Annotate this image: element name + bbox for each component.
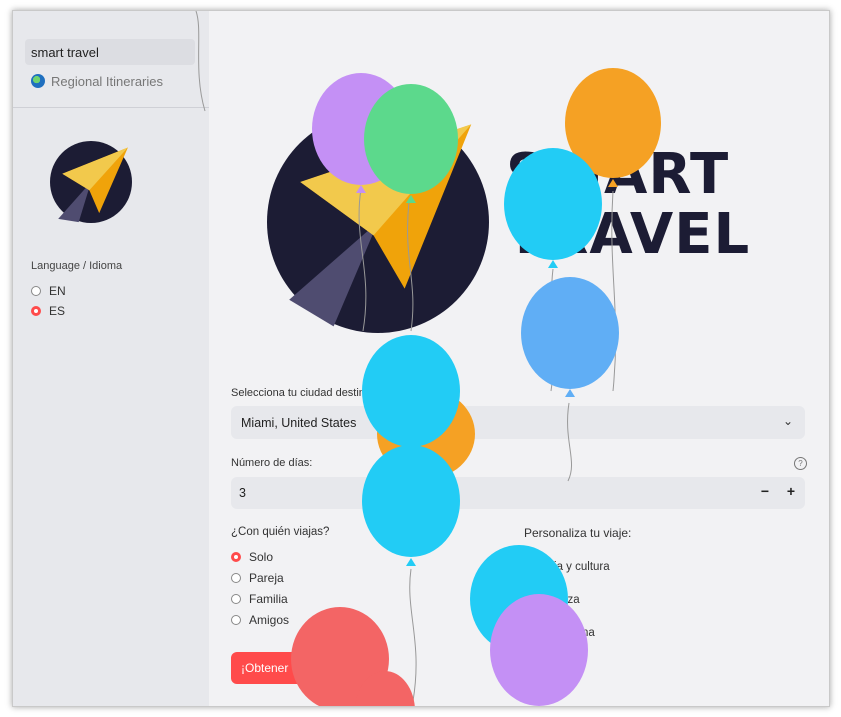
radio-icon: [231, 615, 241, 625]
city-select[interactable]: Miami, United States ⌄: [231, 406, 805, 439]
days-input[interactable]: 3 − +: [231, 477, 805, 509]
customize-option-history[interactable]: Historia y cultura: [524, 561, 610, 573]
radio-label: ES: [49, 304, 66, 318]
sidebar: smart travel Regional Itineraries Langua…: [13, 11, 209, 706]
chevron-down-icon: ⌄: [782, 414, 793, 428]
decrement-button[interactable]: −: [761, 483, 769, 499]
customize-label: Personaliza tu viaje:: [524, 526, 632, 540]
radio-icon: [231, 594, 241, 604]
language-option-en[interactable]: EN: [31, 284, 66, 298]
radio-label: EN: [49, 284, 66, 298]
companion-option-familia[interactable]: Familia: [231, 592, 288, 606]
radio-label: Familia: [249, 592, 288, 606]
main-content: SMART TRAVEL Selecciona tu ciudad destin…: [209, 11, 829, 706]
sidebar-nav: smart travel Regional Itineraries: [13, 11, 209, 108]
brand-line-1: SMART: [506, 142, 730, 207]
radio-label: Pareja: [249, 571, 284, 585]
hero-paper-plane-icon: [267, 111, 489, 333]
language-option-es[interactable]: ES: [31, 304, 65, 318]
brand-wordmark: SMART TRAVEL: [506, 145, 750, 265]
city-label: Selecciona tu ciudad destino: [231, 387, 372, 399]
sidebar-item-regional-itineraries[interactable]: Regional Itineraries: [25, 68, 195, 94]
radio-icon: [31, 286, 41, 296]
app-window: smart travel Regional Itineraries Langua…: [12, 10, 830, 707]
paper-plane-logo-icon: [50, 141, 132, 223]
days-label: Número de días:: [231, 457, 313, 469]
language-label: Language / Idioma: [31, 260, 123, 272]
sidebar-item-label: smart travel: [31, 44, 99, 60]
get-itinerary-button[interactable]: ¡Obtener: [231, 652, 343, 684]
days-value: 3: [239, 486, 246, 500]
brand-line-2: TRAVEL: [506, 202, 751, 267]
city-value: Miami, United States: [241, 415, 357, 430]
companions-label: ¿Con quién viajas?: [231, 526, 330, 538]
sidebar-item-smart-travel[interactable]: smart travel: [25, 39, 195, 65]
companion-option-pareja[interactable]: Pareja: [231, 571, 284, 585]
radio-label: Amigos: [249, 613, 290, 627]
globe-icon: [31, 74, 45, 88]
radio-selected-icon: [231, 552, 241, 562]
increment-button[interactable]: +: [787, 483, 795, 499]
companion-option-amigos[interactable]: Amigos: [231, 613, 289, 627]
customize-option-nightlife[interactable]: Vida nocturna: [524, 627, 595, 639]
customize-option-nature[interactable]: Naturaleza: [524, 594, 580, 606]
radio-selected-icon: [31, 306, 41, 316]
help-icon[interactable]: ?: [794, 457, 807, 470]
radio-icon: [231, 573, 241, 583]
radio-label: Solo: [249, 550, 274, 564]
companion-option-solo[interactable]: Solo: [231, 550, 273, 564]
sidebar-item-label: Regional Itineraries: [51, 73, 164, 89]
